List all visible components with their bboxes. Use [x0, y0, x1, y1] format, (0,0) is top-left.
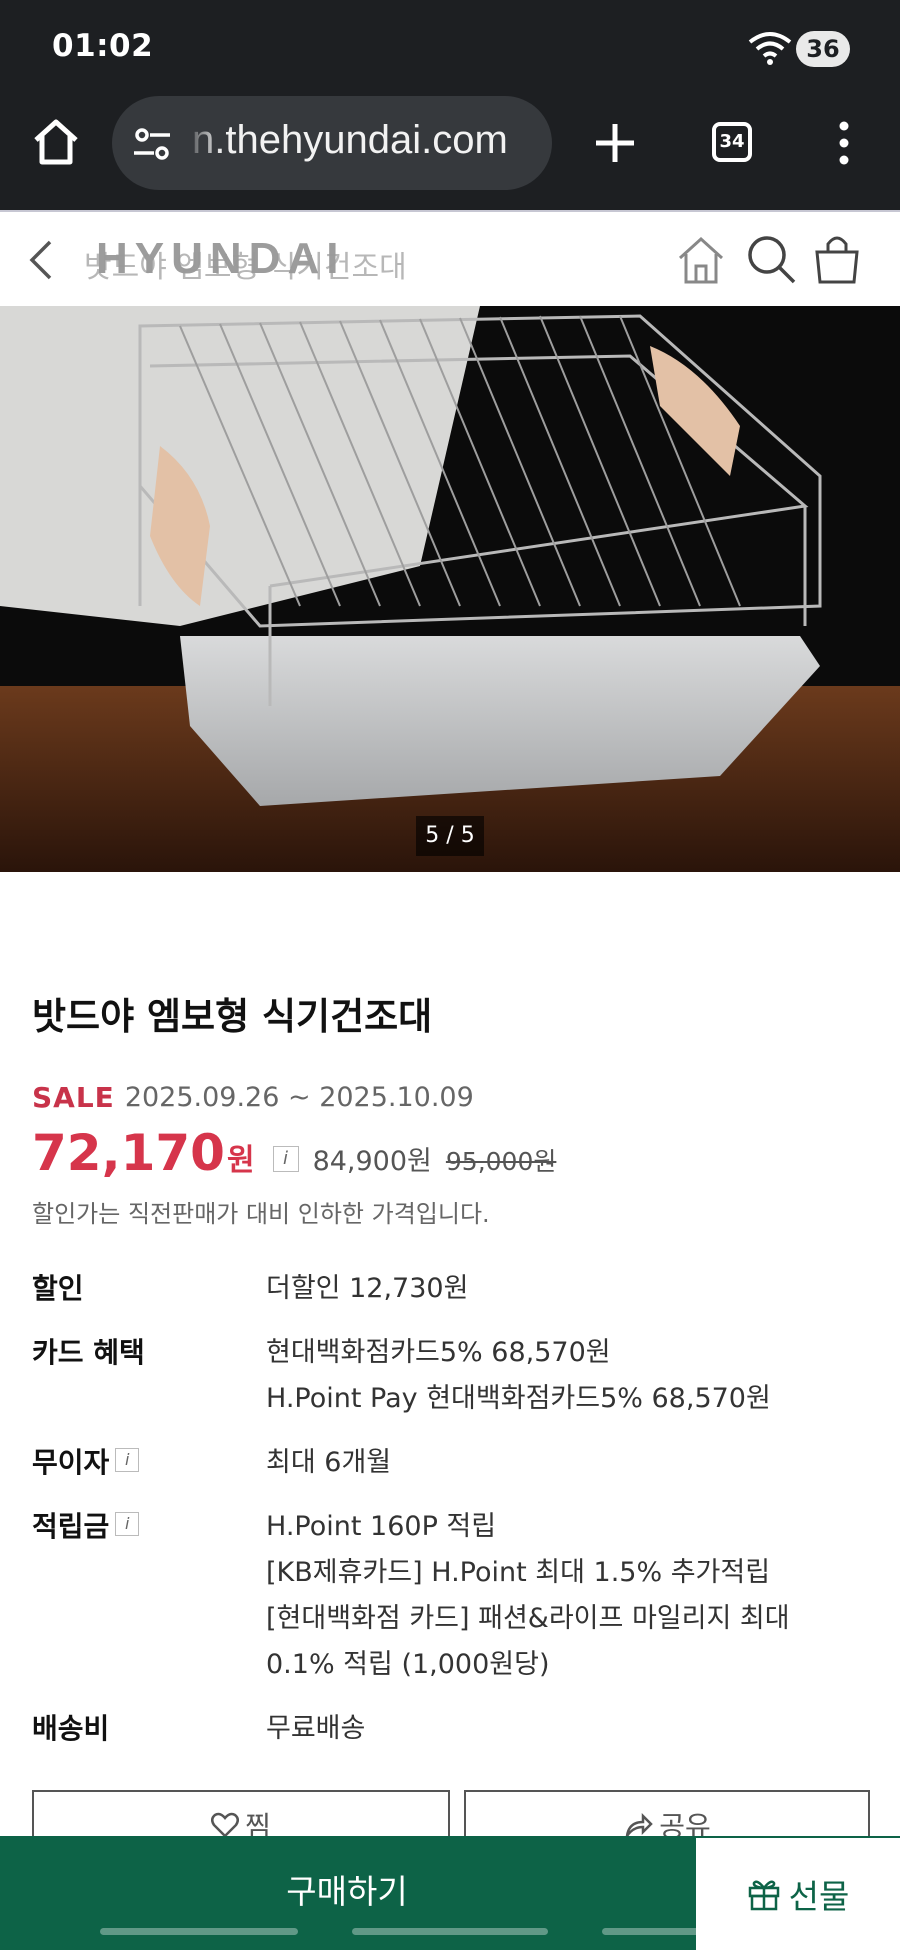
- url-text[interactable]: n.thehyundai.com: [192, 118, 508, 163]
- points-line: 0.1% 적립 (1,000원당): [266, 1649, 550, 1680]
- sale-period: 2025.09.26 ~ 2025.10.09: [124, 1081, 474, 1113]
- price-row: 72,170 원 i 84,900원 95,000원: [32, 1124, 556, 1182]
- card-benefit-values: 현대백화점카드5% 68,570원 H.Point Pay 현대백화점카드5% …: [266, 1330, 872, 1422]
- tune-icon[interactable]: [132, 126, 172, 162]
- battery-indicator: 36: [796, 31, 850, 67]
- card-benefit-line: 현대백화점카드5% 68,570원: [266, 1337, 611, 1368]
- discount-row: 할인 더할인 12,730원: [32, 1266, 872, 1312]
- card-benefit-row: 카드 혜택 현대백화점카드5% 68,570원 H.Point Pay 현대백화…: [32, 1330, 872, 1422]
- wifi-icon: [748, 32, 792, 65]
- more-icon[interactable]: [832, 118, 856, 168]
- gift-label: 선물: [788, 1877, 850, 1916]
- tabs-icon[interactable]: 34: [712, 122, 752, 162]
- points-row: 적립금 i H.Point 160P 적립 [KB제휴카드] H.Point 최…: [32, 1504, 872, 1688]
- sale-badge: SALE: [32, 1080, 115, 1114]
- card-benefit-label: 카드 혜택: [32, 1336, 145, 1369]
- points-line: [KB제휴카드] H.Point 최대 1.5% 추가적립: [266, 1557, 771, 1588]
- interest-info-icon[interactable]: i: [115, 1448, 140, 1472]
- shipping-row: 배송비 무료배송: [32, 1706, 872, 1752]
- sale-row: SALE 2025.09.26 ~ 2025.10.09: [32, 1080, 474, 1114]
- status-bar: 01:02 36: [0, 0, 900, 96]
- address-bar[interactable]: n.thehyundai.com: [112, 96, 552, 190]
- gesture-bar-center: [352, 1928, 548, 1935]
- shipping-label: 배송비: [32, 1712, 110, 1745]
- gesture-bar-right: [602, 1928, 800, 1935]
- interest-free-label: 무이자 i: [32, 1440, 266, 1486]
- points-info-icon[interactable]: i: [115, 1512, 140, 1536]
- card-benefit-line: H.Point Pay 현대백화점카드5% 68,570원: [266, 1383, 771, 1414]
- home-icon[interactable]: [676, 234, 726, 286]
- url-fade: [184, 96, 222, 190]
- points-values: H.Point 160P 적립 [KB제휴카드] H.Point 최대 1.5%…: [266, 1504, 872, 1688]
- image-counter: 5 / 5: [416, 816, 484, 856]
- points-line: [현대백화점 카드] 패션&라이프 마일리지 최대: [266, 1603, 790, 1634]
- back-icon[interactable]: [26, 238, 56, 282]
- interest-free-value: 최대 6개월: [266, 1447, 392, 1478]
- list-price: 95,000원: [445, 1147, 557, 1176]
- interest-free-label-text: 무이자: [32, 1446, 110, 1479]
- dish-rack-image: [0, 306, 900, 872]
- plus-icon[interactable]: [590, 118, 640, 168]
- home-icon[interactable]: [28, 114, 84, 170]
- sale-price: 72,170: [32, 1124, 225, 1182]
- gesture-bar-left: [100, 1928, 298, 1935]
- points-line: H.Point 160P 적립: [266, 1511, 497, 1542]
- benefit-table: 할인 더할인 12,730원 카드 혜택 현대백화점카드5% 68,570원 H…: [32, 1266, 872, 1770]
- price-note: 할인가는 직전판매가 대비 인하한 가격입니다.: [32, 1200, 490, 1228]
- site-header: HYUNDAI 밧드야 엠보형 식기건조대: [0, 210, 900, 306]
- product-image-carousel[interactable]: 5 / 5: [0, 306, 900, 872]
- original-price: 84,900원: [312, 1146, 432, 1177]
- points-label: 적립금 i: [32, 1504, 266, 1688]
- browser-toolbar: n.thehyundai.com 34: [0, 96, 900, 210]
- search-icon[interactable]: [744, 232, 798, 286]
- header-product-title: 밧드야 엠보형 식기건조대: [84, 250, 407, 285]
- share-icon: [625, 1812, 654, 1837]
- interest-free-row: 무이자 i 최대 6개월: [32, 1440, 872, 1486]
- product-title: 밧드야 엠보형 식기건조대: [32, 995, 433, 1038]
- price-unit: 원: [226, 1143, 255, 1178]
- points-label-text: 적립금: [32, 1510, 110, 1543]
- bag-icon[interactable]: [812, 230, 862, 286]
- gift-icon: [748, 1880, 779, 1911]
- price-info-icon[interactable]: i: [272, 1146, 299, 1172]
- discount-value: 더할인 12,730원: [266, 1273, 469, 1304]
- discount-label: 할인: [32, 1272, 84, 1305]
- status-time: 01:02: [52, 28, 154, 64]
- heart-icon: [211, 1812, 240, 1838]
- shipping-value: 무료배송: [266, 1713, 366, 1744]
